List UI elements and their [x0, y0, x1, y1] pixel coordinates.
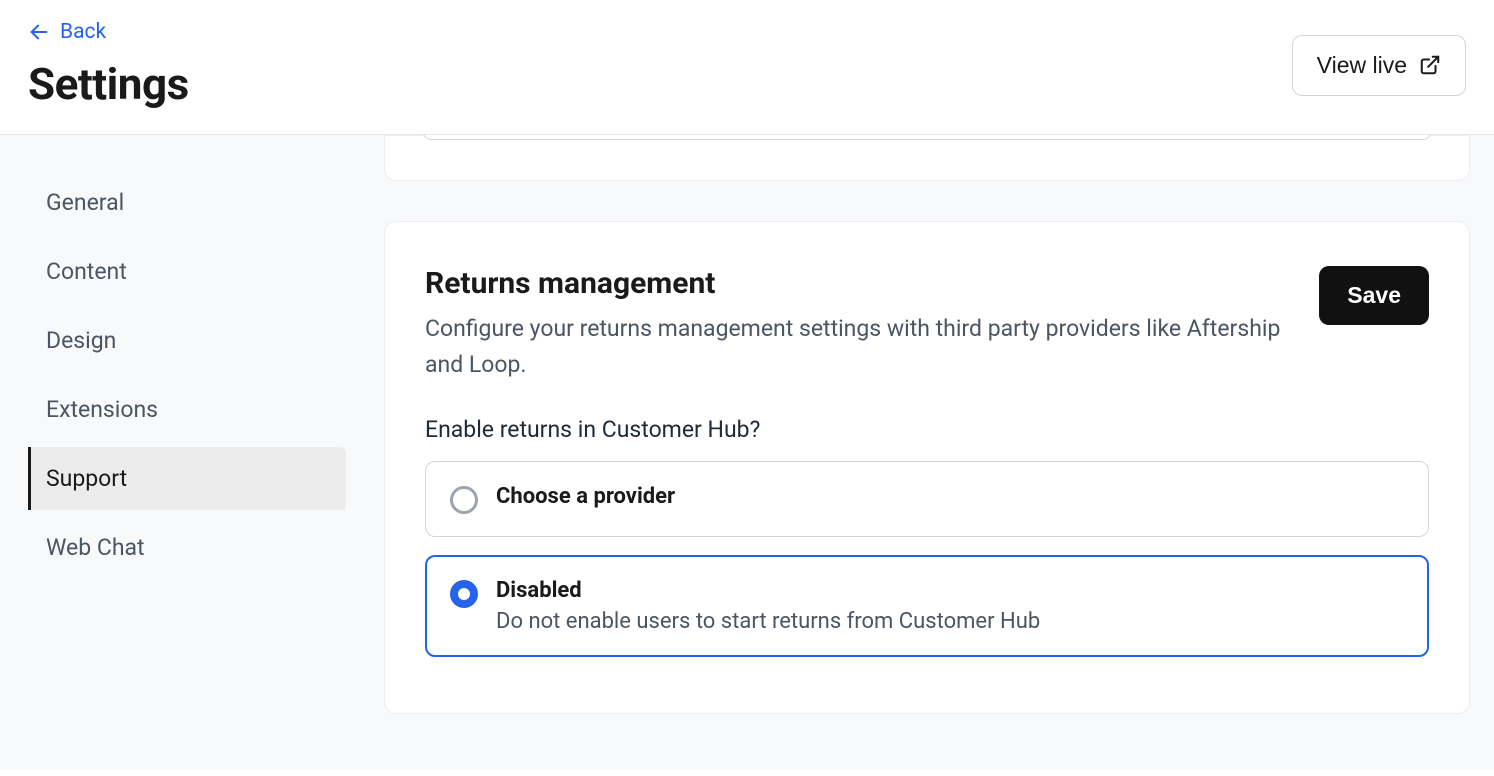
sidebar-item-support[interactable]: Support — [28, 447, 346, 510]
main-content: Returns management Configure your return… — [360, 135, 1494, 769]
view-live-button[interactable]: View live — [1292, 35, 1466, 96]
sidebar-item-label: Content — [46, 258, 127, 285]
sidebar-item-web-chat[interactable]: Web Chat — [28, 516, 346, 579]
radio-option-choose-provider[interactable]: Choose a provider — [425, 461, 1429, 537]
previous-card-peek — [384, 135, 1470, 181]
sidebar-item-design[interactable]: Design — [28, 309, 346, 372]
returns-management-card: Returns management Configure your return… — [384, 221, 1470, 714]
sidebar-item-general[interactable]: General — [28, 171, 346, 234]
card-title: Returns management — [425, 266, 1285, 301]
sidebar-item-label: Web Chat — [46, 534, 145, 561]
previous-card-inner-border — [423, 135, 1431, 140]
save-button[interactable]: Save — [1319, 266, 1429, 325]
sidebar: General Content Design Extensions Suppor… — [0, 135, 360, 769]
radio-title: Choose a provider — [496, 484, 675, 509]
header-left: Back Settings — [28, 20, 189, 110]
card-header: Returns management Configure your return… — [425, 266, 1429, 382]
radio-text: Choose a provider — [496, 484, 675, 509]
external-link-icon — [1419, 54, 1441, 76]
sidebar-item-label: Extensions — [46, 396, 158, 423]
page-header: Back Settings View live — [0, 0, 1494, 135]
returns-radio-group: Choose a provider Disabled Do not enable… — [425, 461, 1429, 657]
radio-icon — [450, 486, 478, 514]
radio-description: Do not enable users to start returns fro… — [496, 609, 1040, 634]
radio-title: Disabled — [496, 578, 1040, 603]
view-live-label: View live — [1317, 52, 1407, 79]
arrow-left-icon — [28, 21, 50, 43]
card-description: Configure your returns management settin… — [425, 311, 1285, 382]
enable-returns-label: Enable returns in Customer Hub? — [425, 416, 1429, 443]
page-title: Settings — [28, 58, 189, 110]
radio-option-disabled[interactable]: Disabled Do not enable users to start re… — [425, 555, 1429, 657]
radio-icon — [450, 580, 478, 608]
sidebar-item-extensions[interactable]: Extensions — [28, 378, 346, 441]
sidebar-item-label: General — [46, 189, 124, 216]
back-link-label: Back — [60, 20, 106, 44]
sidebar-item-content[interactable]: Content — [28, 240, 346, 303]
card-header-text: Returns management Configure your return… — [425, 266, 1285, 382]
sidebar-item-label: Support — [46, 465, 127, 492]
sidebar-item-label: Design — [46, 327, 116, 354]
radio-text: Disabled Do not enable users to start re… — [496, 578, 1040, 634]
body: General Content Design Extensions Suppor… — [0, 135, 1494, 769]
back-link[interactable]: Back — [28, 20, 189, 44]
